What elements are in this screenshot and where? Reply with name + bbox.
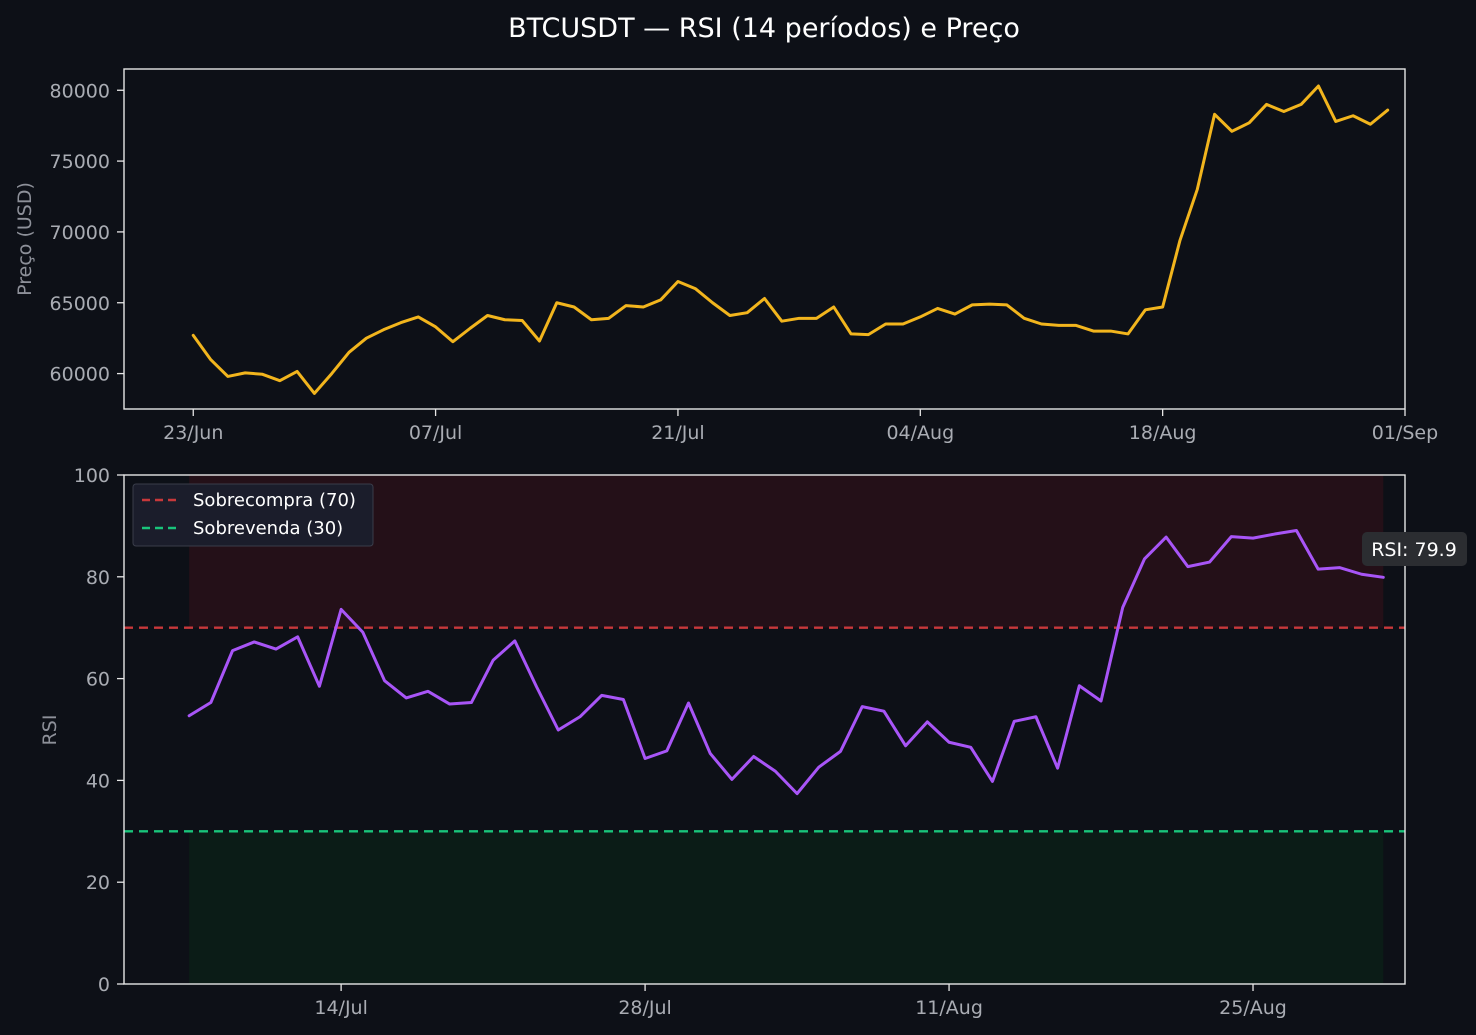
rsi-y-tick-label: 0 <box>98 974 110 996</box>
rsi-panel: RSI 0 20 40 60 80 100 14/Jul 28/Jul 11/Aug 25/Aug… <box>39 465 1467 1019</box>
rsi-y-tick-label: 80 <box>86 567 110 589</box>
rsi-x-tick-label: 28/Jul <box>618 997 672 1019</box>
rsi-y-tick-label: 40 <box>86 770 110 792</box>
rsi-annotation-text: RSI: 79.9 <box>1371 539 1457 561</box>
legend-overbought-label: Sobrecompra (70) <box>193 490 356 511</box>
price-y-tick-label: 70000 <box>50 222 110 244</box>
rsi-x-tick-label: 14/Jul <box>314 997 368 1019</box>
rsi-y-tick-label: 20 <box>86 872 110 894</box>
chart-title: BTCUSDT — RSI (14 períodos) e Preço <box>508 13 1020 44</box>
rsi-last-value-annotation: RSI: 79.9 <box>1362 532 1467 566</box>
legend-oversold-label: Sobrevenda (30) <box>193 518 343 539</box>
rsi-y-axis-label: RSI <box>39 715 61 746</box>
price-y-tick-label: 65000 <box>50 293 110 315</box>
chart-canvas: BTCUSDT — RSI (14 períodos) e Preço Preç… <box>0 0 1476 1035</box>
price-y-tick-label: 75000 <box>50 151 110 173</box>
price-x-tick-label: 07/Jul <box>409 422 463 444</box>
price-x-tick-label: 21/Jul <box>651 422 705 444</box>
price-x-tick-label: 01/Sep <box>1372 422 1438 444</box>
price-y-tick-label: 80000 <box>50 80 110 102</box>
rsi-legend: Sobrecompra (70) Sobrevenda (30) <box>132 483 374 547</box>
rsi-x-tick-label: 25/Aug <box>1219 997 1287 1019</box>
oversold-zone <box>189 831 1384 984</box>
price-x-tick-label: 23/Jun <box>163 422 223 444</box>
rsi-y-tick-label: 60 <box>86 669 110 691</box>
price-x-tick-label: 18/Aug <box>1129 422 1197 444</box>
price-panel: Preço (USD) 60000 65000 70000 75000 80000 23/… <box>14 68 1438 444</box>
rsi-x-tick-label: 11/Aug <box>915 997 983 1019</box>
price-y-tick-label: 60000 <box>50 364 110 386</box>
price-y-axis-label: Preço (USD) <box>14 182 36 296</box>
rsi-y-tick-label: 100 <box>74 465 110 487</box>
price-x-tick-label: 04/Aug <box>886 422 954 444</box>
chart-figure: BTCUSDT — RSI (14 períodos) e Preço Preç… <box>0 0 1476 1035</box>
